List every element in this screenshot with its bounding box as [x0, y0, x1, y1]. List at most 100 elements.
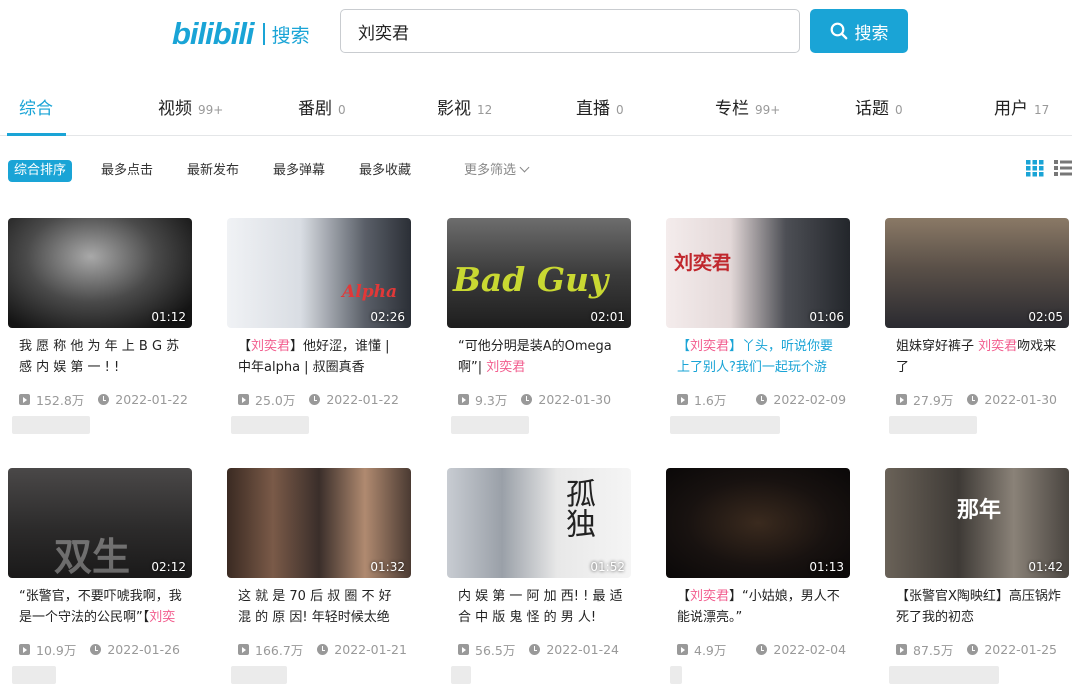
video-card[interactable]: 双生 02:12 “张警官，不要吓唬我啊，我是一个守法的公民啊”【刘奕 10.9…	[8, 468, 192, 696]
tab-label: 综合	[19, 99, 53, 119]
video-duration: 01:06	[809, 310, 844, 324]
upload-date: 2022-01-26	[107, 642, 180, 657]
tab-label: 用户	[994, 99, 1028, 119]
video-meta: 152.8万 2022-01-22	[19, 390, 188, 409]
play-count-icon	[19, 644, 30, 655]
video-title[interactable]: 我 愿 称 他 为 年 上 B G 苏 感 内 娱 第 一 ! !	[19, 336, 185, 378]
bilibili-logo[interactable]: bilibili 搜索	[172, 16, 310, 52]
video-card[interactable]: Bad Guy 02:01 “可他分明是装A的Omega 啊”| 刘奕君 9.3…	[447, 218, 631, 446]
play-count-icon	[677, 394, 688, 405]
title-text: 【张警官X陶映红】高压锅炸死了我的初恋	[896, 589, 1061, 625]
more-filters-dropdown[interactable]: 更多筛选	[464, 160, 530, 182]
upload-date: 2022-01-30	[538, 392, 612, 407]
video-title[interactable]: “张警官，不要吓唬我啊，我是一个守法的公民啊”【刘奕	[19, 586, 185, 628]
view-count: 1.6万	[694, 393, 727, 408]
video-duration: 01:52	[590, 560, 625, 574]
upload-date: 2022-01-21	[334, 642, 407, 657]
video-title[interactable]: “可他分明是装A的Omega 啊”| 刘奕君	[458, 336, 624, 378]
search-input[interactable]	[340, 9, 800, 53]
video-title[interactable]: 内 娱 第 一 阿 加 西! ! 最 适 合 中 版 鬼 怪 的 男 人!	[458, 586, 624, 628]
video-card[interactable]: 02:05 姐妹穿好裤子 刘奕君吻戏来了 27.9万 2022-01-30	[885, 218, 1069, 446]
logo-search-label: 搜索	[271, 24, 310, 47]
view-count: 56.5万	[475, 643, 516, 658]
video-title[interactable]: 【张警官X陶映红】高压锅炸死了我的初恋	[896, 586, 1062, 628]
video-thumbnail[interactable]: 02:05	[885, 218, 1069, 328]
tab-article[interactable]: 专栏 99+	[715, 94, 780, 119]
view-count: 87.5万	[913, 643, 954, 658]
uploader-name-blurred[interactable]	[231, 666, 287, 684]
video-meta: 87.5万 2022-01-25	[896, 640, 1057, 659]
tab-count: 99+	[198, 103, 224, 117]
uploader-name-blurred[interactable]	[889, 416, 977, 434]
video-title[interactable]: 这 就 是 70 后 叔 圈 不 好 混 的 原 因! 年轻时候太绝	[238, 586, 404, 628]
search-button[interactable]: 搜索	[810, 9, 908, 53]
video-meta: 4.9万 2022-02-04	[677, 640, 846, 659]
search-button-label: 搜索	[854, 23, 889, 44]
video-thumbnail[interactable]: 双生 02:12	[8, 468, 192, 578]
clock-icon	[756, 644, 768, 655]
logo-brand: bilibili	[172, 16, 255, 51]
play-count-icon	[896, 644, 907, 655]
video-meta: 25.0万 2022-01-22	[238, 390, 399, 409]
uploader-name-blurred[interactable]	[451, 416, 529, 434]
title-highlight: 刘奕	[149, 610, 176, 625]
video-thumbnail[interactable]: 01:13	[666, 468, 850, 578]
video-thumbnail[interactable]: 孤独 01:52	[447, 468, 631, 578]
view-count: 25.0万	[255, 393, 296, 408]
filter-most-favorites[interactable]: 最多收藏	[359, 160, 411, 182]
video-card[interactable]: 01:32 这 就 是 70 后 叔 圈 不 好 混 的 原 因! 年轻时候太绝…	[227, 468, 411, 696]
video-card[interactable]: 孤独 01:52 内 娱 第 一 阿 加 西! ! 最 适 合 中 版 鬼 怪 …	[447, 468, 631, 696]
video-card[interactable]: 刘奕君 01:06 【刘奕君】丫头，听说你要 上了别人?我们一起玩个游 1.6万…	[666, 218, 850, 446]
filter-most-clicks[interactable]: 最多点击	[101, 160, 153, 182]
video-card[interactable]: 那年 01:42 【张警官X陶映红】高压锅炸死了我的初恋 87.5万 2022-…	[885, 468, 1069, 696]
title-highlight: 刘奕君	[978, 339, 1018, 354]
filter-newest[interactable]: 最新发布	[187, 160, 239, 182]
video-duration: 02:01	[590, 310, 625, 324]
uploader-name-blurred[interactable]	[670, 416, 780, 434]
video-duration: 01:12	[151, 310, 186, 324]
video-duration: 02:12	[151, 560, 186, 574]
filter-most-danmaku[interactable]: 最多弹幕	[273, 160, 325, 182]
clock-icon	[967, 394, 979, 405]
video-thumbnail[interactable]: Bad Guy 02:01	[447, 218, 631, 328]
play-count-icon	[458, 394, 469, 405]
view-count: 166.7万	[255, 643, 304, 658]
video-card[interactable]: Alpha 02:26 【刘奕君】他好涩，谁懂 | 中年alpha | 叔圈真香…	[227, 218, 411, 446]
upload-date: 2022-01-22	[115, 392, 188, 407]
tab-live[interactable]: 直播 0	[576, 94, 624, 119]
video-title[interactable]: 【刘奕君】丫头，听说你要 上了别人?我们一起玩个游	[677, 336, 843, 378]
video-title[interactable]: 【刘奕君】他好涩，谁懂 | 中年alpha | 叔圈真香	[238, 336, 404, 378]
list-view-icon[interactable]	[1054, 159, 1072, 177]
video-thumbnail[interactable]: 01:12	[8, 218, 192, 328]
play-count-icon	[19, 394, 30, 405]
video-title[interactable]: 姐妹穿好裤子 刘奕君吻戏来了	[896, 336, 1062, 378]
play-count-icon	[458, 644, 469, 655]
tab-video[interactable]: 视频 99+	[158, 94, 223, 119]
uploader-name-blurred[interactable]	[451, 666, 471, 684]
tab-all[interactable]: 综合	[19, 94, 53, 119]
filter-comprehensive[interactable]: 综合排序	[8, 160, 73, 182]
video-title[interactable]: 【刘奕君】“小姑娘，男人不能说漂亮。”	[677, 586, 843, 628]
uploader-name-blurred[interactable]	[670, 666, 682, 684]
search-icon	[830, 22, 847, 40]
tab-topic[interactable]: 话题 0	[855, 94, 903, 119]
tab-label: 直播	[576, 99, 610, 119]
video-thumbnail[interactable]: 那年 01:42	[885, 468, 1069, 578]
grid-view-icon[interactable]	[1026, 159, 1044, 177]
uploader-name-blurred[interactable]	[889, 666, 999, 684]
video-card[interactable]: 01:12 我 愿 称 他 为 年 上 B G 苏 感 内 娱 第 一 ! ! …	[8, 218, 192, 446]
video-thumbnail[interactable]: 01:32	[227, 468, 411, 578]
title-text: “可他分明是装A的Omega 啊”|	[458, 339, 612, 375]
uploader-name-blurred[interactable]	[12, 416, 90, 434]
tab-film[interactable]: 影视 12	[437, 94, 492, 119]
tab-bangumi[interactable]: 番剧 0	[298, 94, 346, 119]
tab-label: 专栏	[715, 99, 749, 119]
video-card[interactable]: 01:13 【刘奕君】“小姑娘，男人不能说漂亮。” 4.9万 2022-02-0…	[666, 468, 850, 696]
tab-user[interactable]: 用户 17	[994, 94, 1049, 119]
video-thumbnail[interactable]: Alpha 02:26	[227, 218, 411, 328]
video-thumbnail[interactable]: 刘奕君 01:06	[666, 218, 850, 328]
tab-count: 17	[1034, 103, 1050, 117]
uploader-name-blurred[interactable]	[231, 416, 309, 434]
uploader-name-blurred[interactable]	[12, 666, 56, 684]
video-meta: 27.9万 2022-01-30	[896, 390, 1057, 409]
